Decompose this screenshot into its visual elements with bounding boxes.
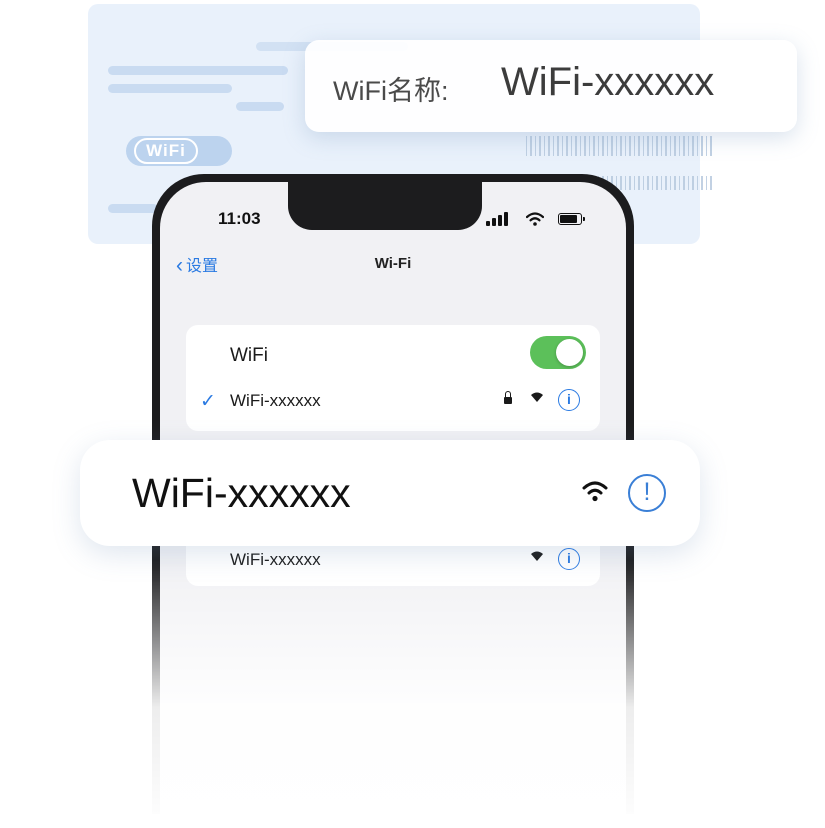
barcode: [526, 136, 712, 156]
wifi-name-label: WiFi名称:: [333, 76, 449, 106]
label-text-line: [108, 204, 158, 213]
network-info-icon[interactable]: !: [628, 474, 666, 512]
nav-title: Wi-Fi: [374, 255, 412, 272]
bottom-fade-overlay: [140, 560, 646, 828]
highlighted-network-name: WiFi-xxxxxx: [132, 470, 351, 516]
status-icons: [486, 212, 585, 226]
wifi-badge: WiFi: [126, 136, 232, 166]
lock-icon: [504, 391, 512, 404]
status-time: 11:03: [218, 209, 261, 228]
wifi-name-value: WiFi-xxxxxx: [501, 60, 715, 104]
label-text-line: [236, 102, 284, 111]
label-text-line: [108, 84, 232, 93]
label-text-line: [108, 66, 288, 75]
battery-icon: [558, 213, 585, 225]
wifi-signal-icon: [582, 481, 608, 502]
wifi-status-icon: [526, 212, 544, 226]
checkmark-icon: ✓: [200, 391, 216, 412]
wifi-signal-icon: [531, 392, 543, 402]
connected-network-row[interactable]: ✓ WiFi-xxxxxx i: [186, 377, 600, 423]
network-info-icon[interactable]: i: [558, 389, 580, 411]
phone-notch: [288, 182, 482, 230]
wifi-name-callout: WiFi名称: WiFi-xxxxxx: [305, 40, 797, 132]
highlighted-network-banner[interactable]: WiFi-xxxxxx !: [80, 440, 700, 546]
wifi-settings-group: WiFi ✓ WiFi-xxxxxx i: [186, 325, 600, 431]
wifi-toggle-label: WiFi: [230, 345, 268, 366]
wifi-toggle-switch[interactable]: [530, 336, 586, 369]
wifi-badge-text: WiFi: [134, 138, 198, 164]
connected-network-name: WiFi-xxxxxx: [230, 391, 321, 410]
wifi-toggle-row: WiFi: [186, 331, 600, 377]
